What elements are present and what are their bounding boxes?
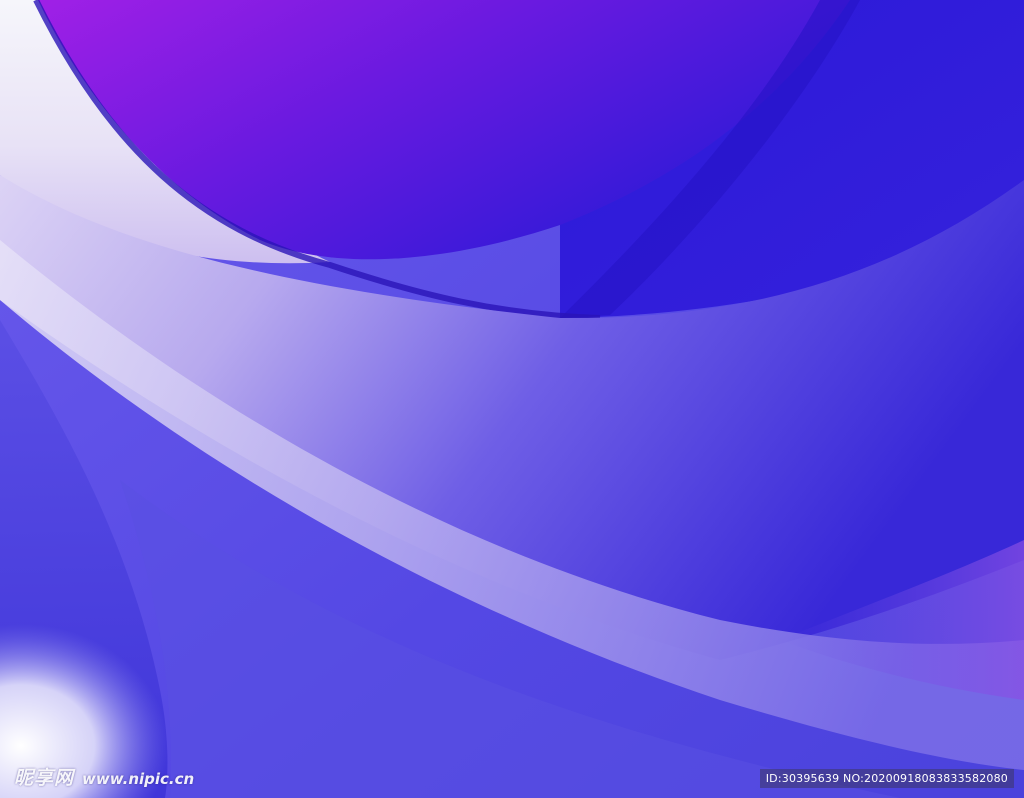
watermark-logo: 昵享网 www.nipic.cn bbox=[14, 763, 194, 790]
watermark-logo-text: 昵享网 bbox=[14, 767, 75, 789]
watermark-site-url: www.nipic.cn bbox=[82, 770, 195, 788]
abstract-wave-artwork bbox=[0, 0, 1024, 798]
watermark-id-badge: ID:30395639 NO:20200918083833582080 bbox=[759, 769, 1014, 788]
